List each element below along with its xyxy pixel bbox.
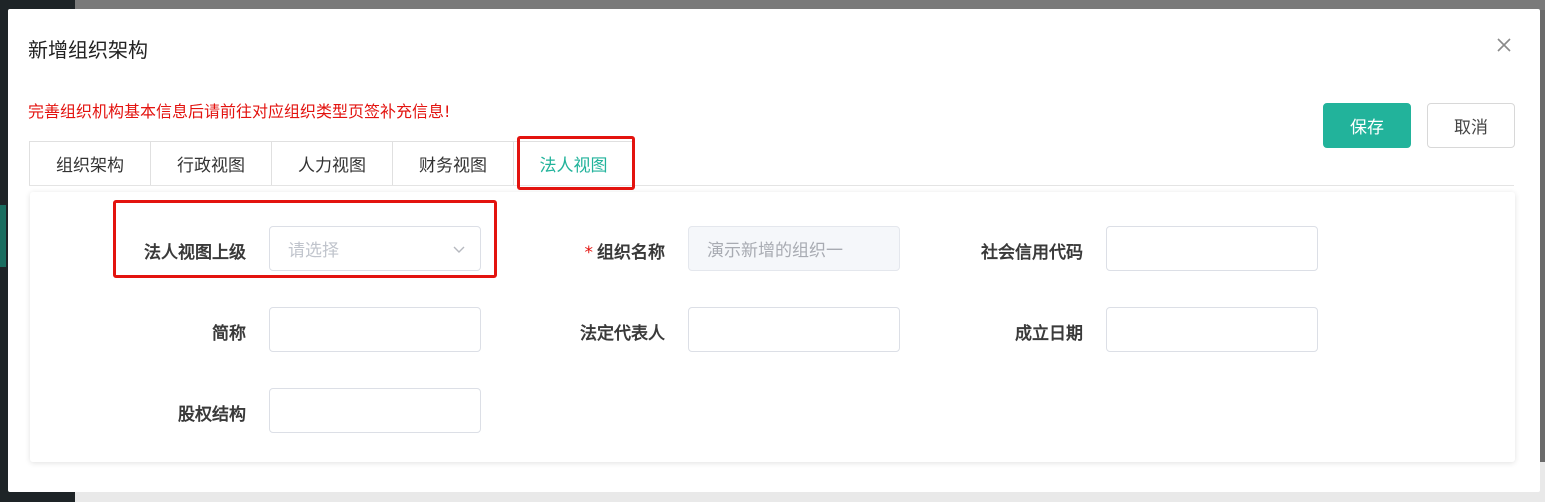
tab-org-structure[interactable]: 组织架构 <box>29 141 150 186</box>
required-marker: * <box>584 243 594 263</box>
view-tabs: 组织架构 行政视图 人力视图 财务视图 法人视图 <box>29 141 634 186</box>
equity-label: 股权结构 <box>178 405 246 425</box>
cancel-button[interactable]: 取消 <box>1427 103 1515 148</box>
credit-code-field[interactable] <box>1106 226 1318 271</box>
short-name-label: 简称 <box>212 324 246 344</box>
short-name-field[interactable] <box>269 307 481 352</box>
tab-hr-view[interactable]: 人力视图 <box>271 141 392 186</box>
add-organization-dialog: 新增组织架构 完善组织机构基本信息后请前往对应组织类型页签补充信息! 保存 取消… <box>8 9 1540 492</box>
founded-date-field[interactable] <box>1106 307 1318 352</box>
tabs-divider <box>29 185 1514 186</box>
org-name-value: 演示新增的组织一 <box>707 241 843 261</box>
close-icon[interactable] <box>1494 35 1514 55</box>
dialog-title: 新增组织架构 <box>28 38 148 62</box>
form-panel: 法人视图上级 请选择 * 组织名称 演示新增的组织一 社会信用代码 简称 法定代表… <box>30 192 1515 462</box>
legal-rep-label: 法定代表人 <box>580 324 665 344</box>
tab-admin-view[interactable]: 行政视图 <box>150 141 271 186</box>
org-name-label: * 组织名称 <box>465 238 666 263</box>
legal-rep-field[interactable] <box>688 307 900 352</box>
founded-date-label: 成立日期 <box>1015 324 1083 344</box>
credit-code-label: 社会信用代码 <box>981 243 1083 263</box>
parent-select-placeholder: 请选择 <box>288 241 339 261</box>
tab-finance-view[interactable]: 财务视图 <box>392 141 513 186</box>
org-name-label-text: 组织名称 <box>597 243 665 263</box>
chevron-down-icon <box>453 246 465 253</box>
tab-legal-entity-view[interactable]: 法人视图 <box>513 141 634 186</box>
parent-select[interactable]: 请选择 <box>269 226 481 271</box>
parent-label: 法人视图上级 <box>144 243 246 263</box>
equity-field[interactable] <box>269 388 481 433</box>
notice-text: 完善组织机构基本信息后请前往对应组织类型页签补充信息! <box>28 102 451 121</box>
save-button[interactable]: 保存 <box>1323 103 1411 148</box>
org-name-field[interactable]: 演示新增的组织一 <box>688 226 900 271</box>
background-sidebar-active <box>0 205 6 267</box>
